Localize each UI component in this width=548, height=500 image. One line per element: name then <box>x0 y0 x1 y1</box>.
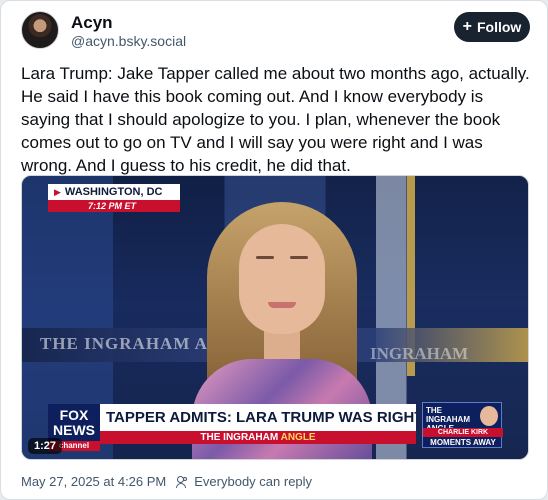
show-name-bar: THE INGRAHAM ANGLE <box>100 431 416 444</box>
video-player[interactable]: THE INGRAHAM ANGLE INGRAHAM ▶ WASHINGTON… <box>21 175 529 460</box>
location-text: WASHINGTON, DC <box>64 186 163 198</box>
timestamp[interactable]: May 27, 2025 at 4:26 PM <box>21 474 166 489</box>
play-arrow-icon: ▶ <box>54 186 61 197</box>
time-text: 7:12 PM ET <box>48 200 180 212</box>
author-handle[interactable]: @acyn.bsky.social <box>71 33 186 49</box>
avatar[interactable] <box>21 11 59 49</box>
post-text: Lara Trump: Jake Tapper called me about … <box>21 64 530 175</box>
post-meta: May 27, 2025 at 4:26 PM Everybody can re… <box>21 474 312 489</box>
chyron-headline: TAPPER ADMITS: LARA TRUMP WAS RIGHT, I W… <box>100 404 416 431</box>
post-card: Acyn @acyn.bsky.social + Follow Lara Tru… <box>0 0 548 500</box>
reply-setting-label: Everybody can reply <box>194 474 313 489</box>
promo-avatar <box>480 406 498 426</box>
location-tag: ▶ WASHINGTON, DC 7:12 PM ET <box>48 184 180 214</box>
people-icon <box>176 475 190 488</box>
follow-label: Follow <box>477 19 522 35</box>
author-name[interactable]: Acyn <box>71 13 113 33</box>
promo-box: THE INGRAHAM ANGLE CHARLIE KIRK MOMENTS … <box>422 402 503 448</box>
promo-sub: MOMENTS AWAY <box>430 438 496 447</box>
plus-icon: + <box>462 18 472 35</box>
follow-button[interactable]: + Follow <box>454 12 530 42</box>
reply-setting[interactable]: Everybody can reply <box>176 474 312 489</box>
video-duration: 1:27 <box>28 438 63 454</box>
promo-name: CHARLIE KIRK <box>423 428 503 437</box>
chyron: FOX NEWS channel TAPPER ADMITS: LARA TRU… <box>48 404 416 451</box>
wall-text-right: INGRAHAM <box>370 344 469 363</box>
